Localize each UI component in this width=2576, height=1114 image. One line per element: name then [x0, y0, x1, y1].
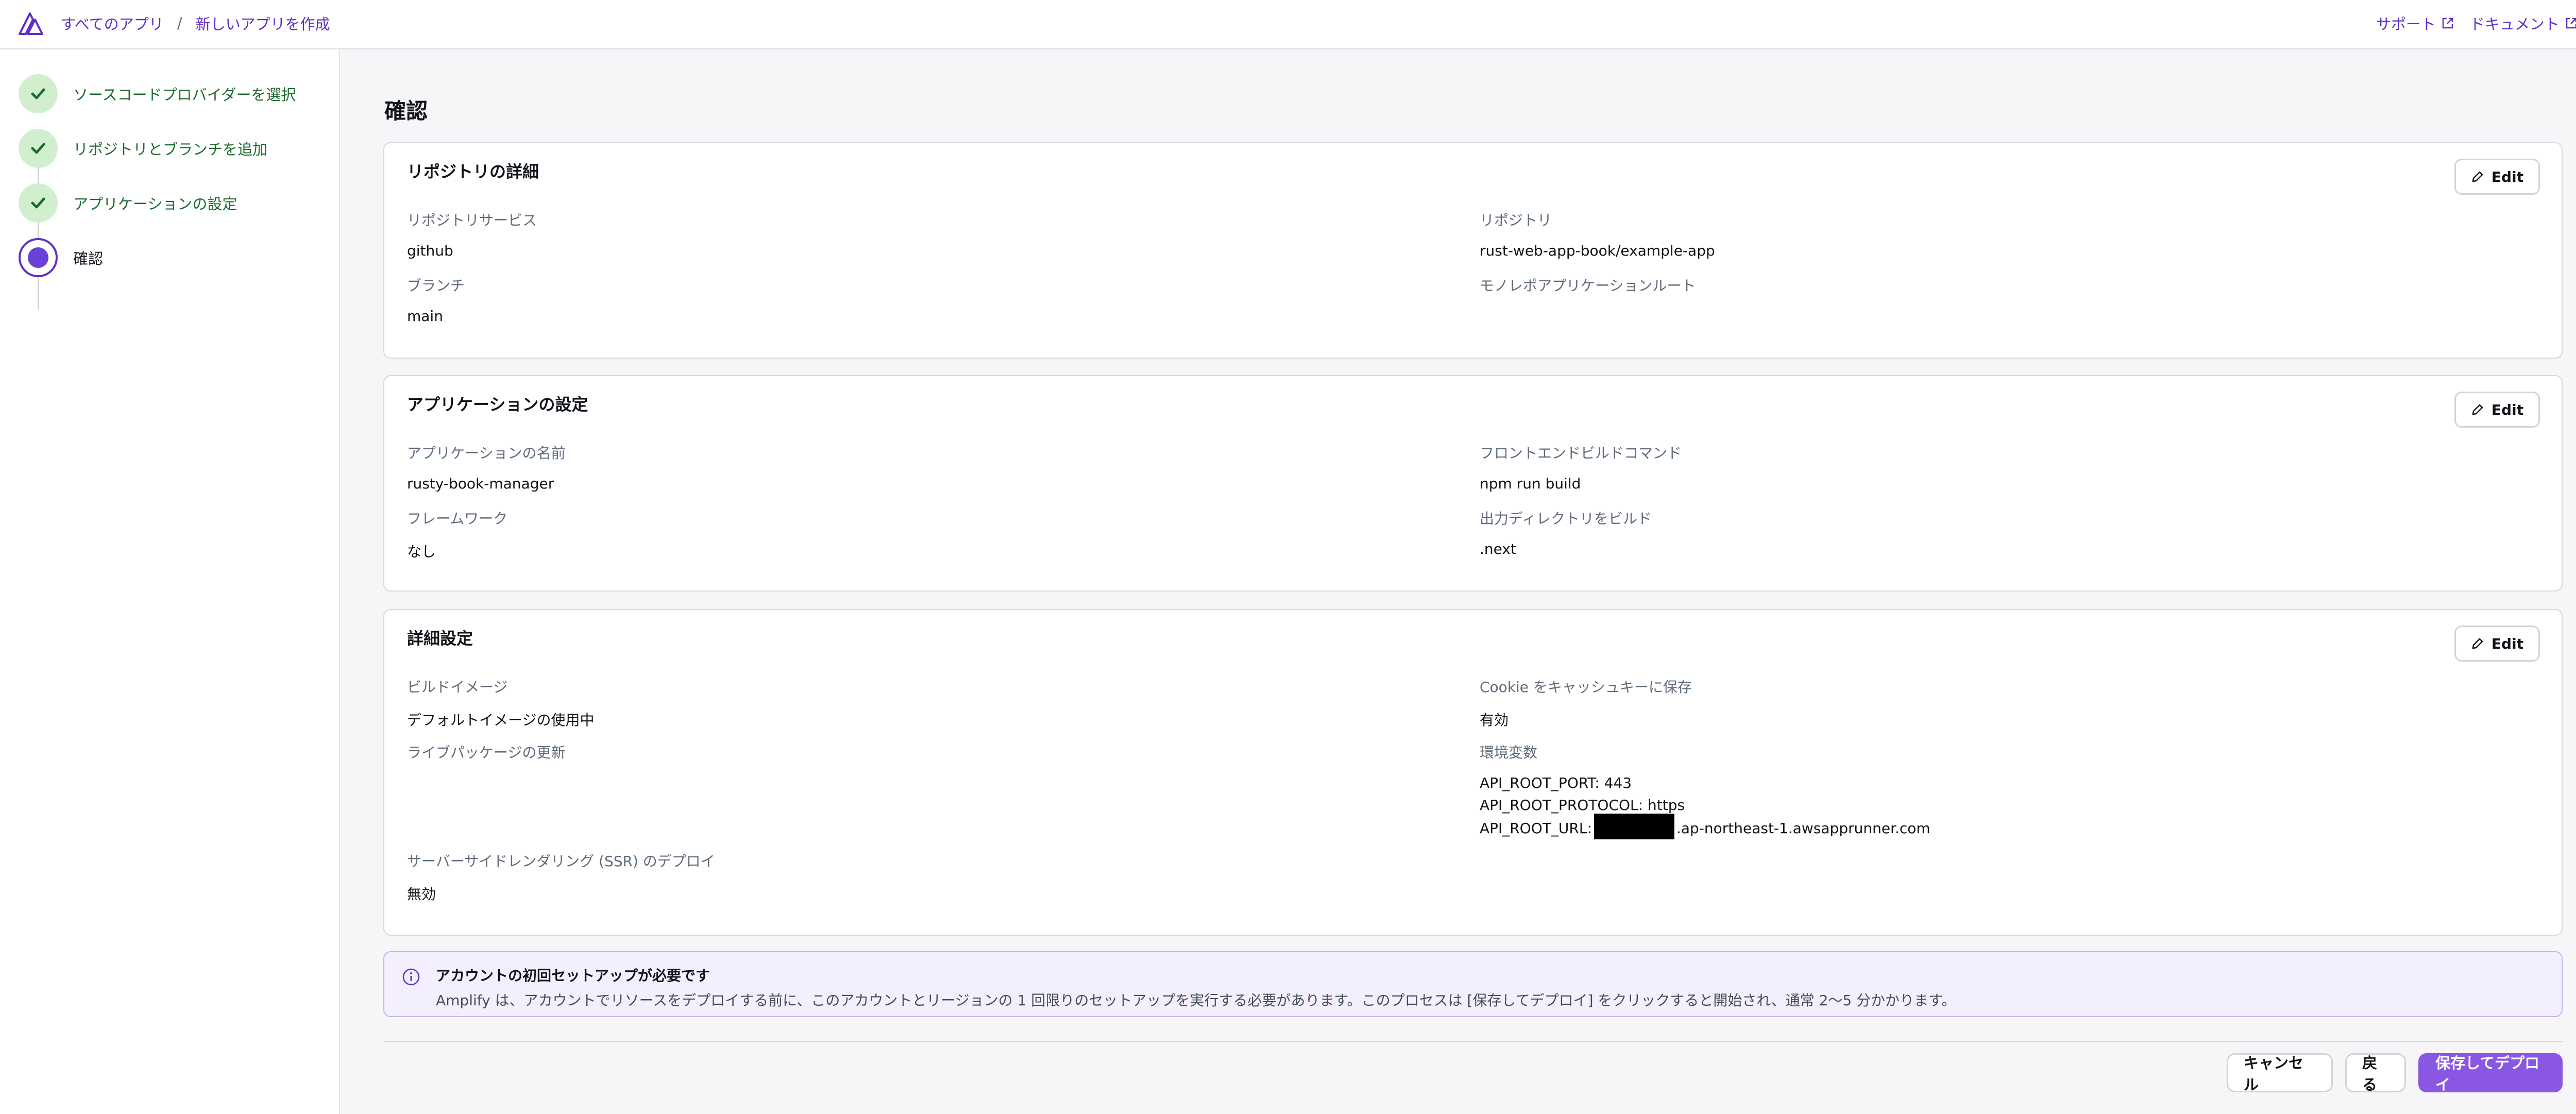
live-package-label: ライブパッケージの更新 — [407, 744, 566, 761]
check-icon — [31, 88, 45, 99]
step-done-indicator — [19, 183, 58, 223]
step-2[interactable]: リポジトリとブランチを追加 — [19, 129, 267, 168]
output-dir-label: 出力ディレクトリをビルド — [1480, 510, 1652, 527]
header-links: サポート ドキュメント — [2376, 12, 2576, 34]
amplify-logo-icon[interactable] — [18, 11, 44, 36]
framework-value: なし — [407, 543, 436, 560]
docs-link-label: ドキュメント — [2469, 15, 2560, 33]
info-icon — [402, 968, 420, 986]
footer-actions: キャンセル 戻る 保存してデプロイ — [2227, 1053, 2563, 1093]
card-title: 詳細設定 — [407, 629, 473, 648]
env-vars-label: 環境変数 — [1480, 744, 1538, 761]
env-var-port: API_ROOT_PORT: 443 — [1480, 774, 1632, 791]
redacted-block — [1594, 814, 1674, 839]
back-button[interactable]: 戻る — [2345, 1053, 2406, 1093]
edit-advanced-settings-button[interactable]: Edit — [2454, 626, 2540, 662]
repository-label: リポジトリ — [1480, 212, 1552, 229]
external-link-icon — [2566, 18, 2576, 29]
docs-link[interactable]: ドキュメント — [2470, 12, 2576, 34]
edit-app-settings-button[interactable]: Edit — [2454, 392, 2540, 428]
breadcrumb-create-app[interactable]: 新しいアプリを作成 — [196, 12, 330, 34]
check-icon — [31, 143, 45, 154]
build-image-label: ビルドイメージ — [407, 679, 508, 696]
current-step-dot — [28, 247, 48, 268]
ssr-label: サーバーサイドレンダリング (SSR) のデプロイ — [407, 853, 715, 870]
env-value: https — [1647, 797, 1685, 814]
env-key: API_ROOT_URL: — [1480, 820, 1592, 837]
cancel-button[interactable]: キャンセル — [2227, 1053, 2333, 1093]
repo-service-label: リポジトリサービス — [407, 212, 537, 229]
branch-label: ブランチ — [407, 277, 465, 294]
breadcrumb-separator: / — [177, 14, 182, 32]
env-value-suffix: .ap-northeast-1.awsapprunner.com — [1676, 820, 1930, 837]
alert-text: Amplify は、アカウントでリソースをデプロイする前に、このアカウントとリー… — [436, 992, 1956, 1009]
edit-label: Edit — [2491, 168, 2524, 185]
pencil-icon — [2472, 638, 2483, 649]
edit-repository-button[interactable]: Edit — [2454, 159, 2540, 195]
check-icon — [31, 197, 45, 209]
branch-value: main — [407, 308, 443, 325]
step-4: 確認 — [19, 238, 103, 277]
env-value: 443 — [1604, 774, 1632, 791]
save-and-deploy-button[interactable]: 保存してデプロイ — [2418, 1053, 2563, 1093]
top-navigation: すべてのアプリ / 新しいアプリを作成 サポート ドキュメント — [0, 0, 2576, 49]
card-title: リポジトリの詳細 — [407, 162, 539, 181]
env-key: API_ROOT_PORT: — [1480, 774, 1600, 791]
repo-service-value: github — [407, 242, 453, 259]
step-3-label: アプリケーションの設定 — [73, 195, 238, 213]
repository-details-card: リポジトリの詳細 Edit リポジトリサービス github ブランチ main… — [383, 142, 2563, 359]
output-dir-value: .next — [1480, 541, 1516, 558]
step-done-indicator — [19, 129, 58, 168]
monorepo-root-label: モノレポアプリケーションルート — [1480, 277, 1696, 294]
step-2-label: リポジトリとブランチを追加 — [73, 141, 268, 158]
divider — [383, 1041, 2563, 1042]
app-name-value: rusty-book-manager — [407, 475, 554, 492]
pencil-icon — [2472, 171, 2483, 182]
cookie-cache-label: Cookie をキャッシュキーに保存 — [1480, 679, 1692, 696]
step-1-label: ソースコードプロバイダーを選択 — [73, 86, 296, 104]
repository-value: rust-web-app-book/example-app — [1480, 242, 1715, 259]
support-link-label: サポート — [2376, 15, 2436, 33]
step-current-indicator — [19, 238, 58, 277]
build-image-value: デフォルトイメージの使用中 — [407, 712, 595, 729]
edit-label: Edit — [2491, 635, 2524, 652]
support-link[interactable]: サポート — [2376, 12, 2454, 34]
build-command-label: フロントエンドビルドコマンド — [1480, 445, 1682, 462]
breadcrumb-all-apps[interactable]: すべてのアプリ — [61, 12, 164, 34]
card-title: アプリケーションの設定 — [407, 395, 588, 414]
wizard-steps-sidebar: ソースコードプロバイダーを選択 リポジトリとブランチを追加 アプリケーションの設… — [0, 49, 340, 1114]
env-key: API_ROOT_PROTOCOL: — [1480, 797, 1643, 814]
build-command-value: npm run build — [1480, 475, 1581, 492]
step-connector-line — [38, 150, 39, 310]
env-var-url: API_ROOT_URL: .ap-northeast-1.awsapprunne… — [1480, 814, 1930, 839]
framework-label: フレームワーク — [407, 510, 508, 527]
ssr-value: 無効 — [407, 886, 436, 903]
alert-title: アカウントの初回セットアップが必要です — [436, 967, 710, 984]
pencil-icon — [2472, 404, 2483, 415]
application-settings-card: アプリケーションの設定 Edit アプリケーションの名前 rusty-book-… — [383, 375, 2563, 592]
env-var-protocol: API_ROOT_PROTOCOL: https — [1480, 797, 1685, 814]
advanced-settings-card: 詳細設定 Edit ビルドイメージ デフォルトイメージの使用中 ライブパッケージ… — [383, 609, 2563, 936]
step-1[interactable]: ソースコードプロバイダーを選択 — [19, 74, 296, 113]
breadcrumb: すべてのアプリ / 新しいアプリを作成 — [61, 12, 330, 34]
step-done-indicator — [19, 74, 58, 113]
step-4-label: 確認 — [73, 250, 104, 267]
external-link-icon — [2442, 18, 2453, 29]
app-name-label: アプリケーションの名前 — [407, 445, 566, 462]
cookie-cache-value: 有効 — [1480, 712, 1509, 729]
step-3[interactable]: アプリケーションの設定 — [19, 183, 237, 223]
edit-label: Edit — [2491, 401, 2524, 418]
setup-info-alert: アカウントの初回セットアップが必要です Amplify は、アカウントでリソース… — [383, 951, 2563, 1017]
page-title: 確認 — [384, 98, 428, 124]
